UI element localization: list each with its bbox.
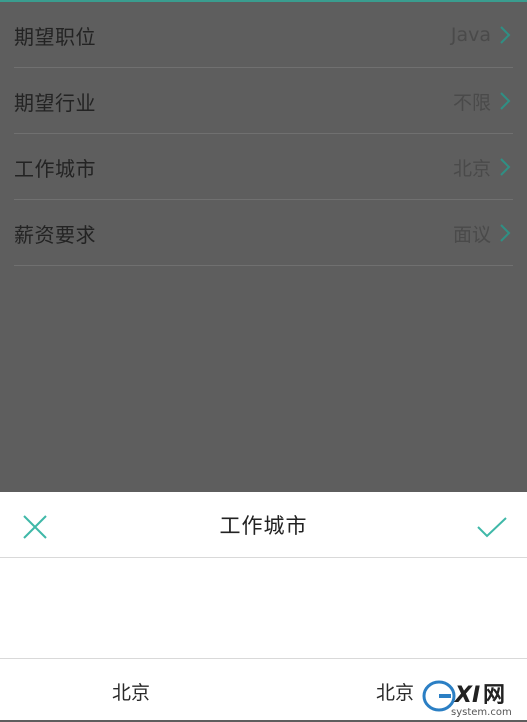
row-label: 期望行业 xyxy=(14,90,96,115)
row-expected-position[interactable]: 期望职位 Java xyxy=(0,2,527,68)
sheet-header: 工作城市 xyxy=(0,492,527,558)
svg-text:system.com: system.com xyxy=(451,707,512,718)
row-label: 薪资要求 xyxy=(14,222,96,247)
check-icon xyxy=(477,517,507,538)
site-watermark: XI 网 system.com xyxy=(421,678,521,718)
svg-text:网: 网 xyxy=(483,683,505,708)
row-value: Java xyxy=(450,24,491,46)
confirm-button[interactable] xyxy=(473,510,511,544)
preferences-list: 期望职位 Java 期望行业 不限 工作城市 北京 薪资要求 面议 xyxy=(0,2,527,266)
sheet-title: 工作城市 xyxy=(219,513,308,538)
svg-text:XI: XI xyxy=(453,683,480,708)
chevron-right-icon xyxy=(497,157,513,177)
chevron-right-icon xyxy=(497,25,513,45)
picker-area[interactable] xyxy=(0,559,527,659)
close-button[interactable] xyxy=(18,510,52,544)
row-label: 期望职位 xyxy=(14,24,96,49)
row-value: 北京 xyxy=(452,157,491,180)
watermark-logo: XI 网 system.com xyxy=(422,680,512,718)
chevron-right-icon xyxy=(497,91,513,111)
province-option[interactable]: 北京 xyxy=(112,678,150,705)
row-expected-industry[interactable]: 期望行业 不限 xyxy=(0,68,527,134)
row-label: 工作城市 xyxy=(14,156,96,181)
row-value: 不限 xyxy=(452,91,491,114)
row-value: 面议 xyxy=(452,223,491,246)
close-icon xyxy=(23,515,47,539)
city-picker-sheet: 工作城市 北京 北京 XI 网 system.com xyxy=(0,492,527,720)
row-work-city[interactable]: 工作城市 北京 xyxy=(0,134,527,200)
row-salary-requirement[interactable]: 薪资要求 面议 xyxy=(0,200,527,266)
city-option[interactable]: 北京 xyxy=(376,678,414,705)
chevron-right-icon xyxy=(497,223,513,243)
